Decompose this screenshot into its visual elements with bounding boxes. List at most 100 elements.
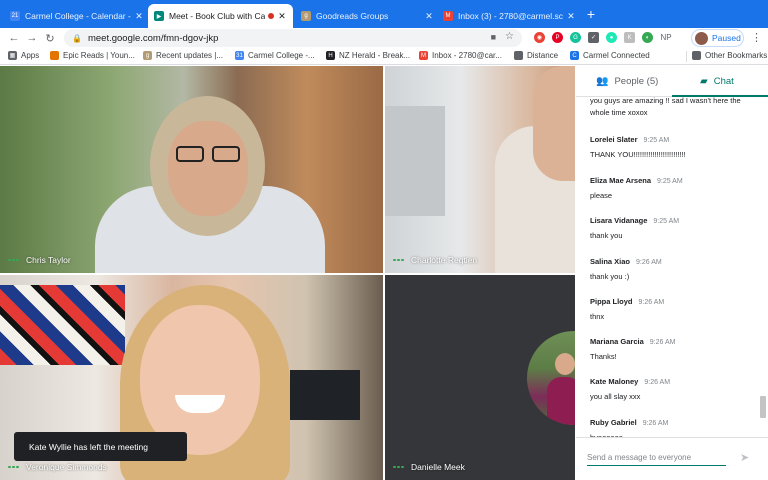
bookmark-apps[interactable]: ▦ Apps (8, 51, 39, 60)
profile-status: Paused (712, 33, 741, 43)
divider (686, 51, 687, 62)
tab-calendar[interactable]: 21 Carmel College - Calendar - A ✕ (4, 4, 150, 28)
tab-people[interactable]: 👥 People (5) (596, 66, 658, 97)
folder-icon (50, 51, 59, 60)
side-panel: 👥 People (5) ▰ Chat you guys are amazing… (576, 66, 768, 480)
extension-icon[interactable]: ◐ (642, 32, 653, 43)
folder-icon (514, 51, 523, 60)
reload-icon[interactable]: ↻ (42, 30, 58, 46)
back-icon[interactable]: ← (6, 30, 22, 46)
window-blind (385, 106, 445, 216)
message-sender: Eliza Mae Arsena (590, 176, 651, 185)
bookmark-epic-reads[interactable]: Epic Reads | Youn... (50, 51, 135, 60)
extension-icon[interactable]: K (624, 32, 635, 43)
gmail-icon: M (443, 11, 453, 21)
tab-label: Chat (713, 76, 734, 87)
goodreads-icon: g (143, 51, 152, 60)
bookmarks-bar: ▦ Apps Epic Reads | Youn... g Recent upd… (0, 48, 768, 65)
message-sender: Salina Xiao (590, 257, 631, 266)
people-icon: 👥 (596, 76, 609, 87)
profile-button[interactable]: Paused (691, 29, 744, 47)
extension-icon[interactable]: ● (606, 32, 617, 43)
bookmark-other[interactable]: Other Bookmarks (692, 51, 767, 60)
bookmark-carmel-college[interactable]: 31 Carmel College -... (235, 51, 315, 60)
participant-name-tag: Charlotte Regtien (393, 255, 477, 265)
bookmark-distance[interactable]: Distance (514, 51, 558, 60)
panel-tabs: 👥 People (5) ▰ Chat (576, 66, 768, 97)
bookmark-label: Carmel College -... (248, 51, 315, 60)
message-time: 9:26 AM (636, 259, 662, 266)
carmel-icon: C (570, 51, 579, 60)
tab-meet[interactable]: ▶ Meet - Book Club with Car ✕ (148, 4, 293, 28)
participant-name-tag: Veronique Simmonds (8, 462, 107, 472)
pinterest-icon[interactable]: P (552, 32, 563, 43)
message-time: 9:25 AM (643, 137, 670, 144)
bookmark-nz-herald[interactable]: H NZ Herald - Break... (326, 51, 410, 60)
participant-name: Chris Taylor (26, 255, 71, 265)
message-text: please (590, 191, 613, 200)
scrollbar[interactable] (760, 396, 766, 418)
chat-message: Lorelei Slater 9:25 AM THANK YOU!!!!!!!!!… (590, 135, 752, 161)
close-icon[interactable]: ✕ (424, 11, 434, 22)
notification-toast: Kate Wyllie has left the meeting (14, 432, 187, 461)
video-tile-1[interactable]: Chris Taylor (0, 66, 383, 273)
chat-message: Salina Xiao 9:26 AM thank you :) (590, 257, 752, 283)
video-tile-4[interactable]: Danielle Meek (385, 275, 575, 480)
bookmark-goodreads[interactable]: g Recent updates |... (143, 51, 223, 60)
avatar (695, 31, 708, 45)
bookmark-inbox[interactable]: M Inbox - 2780@car... (419, 51, 502, 60)
close-icon[interactable]: ✕ (134, 11, 144, 22)
extension-icon[interactable]: ◉ (534, 32, 545, 43)
participant-name: Veronique Simmonds (26, 462, 107, 472)
message-sender: Ruby Gabriel (590, 418, 637, 427)
participant-name-tag: Chris Taylor (8, 255, 71, 265)
message-time: 9:26 AM (638, 299, 665, 306)
gmail-icon: M (419, 51, 428, 60)
bookmark-label: NZ Herald - Break... (339, 51, 411, 60)
grammarly-icon[interactable]: G (570, 32, 581, 43)
send-icon[interactable]: ➤ (740, 451, 749, 464)
tab-inbox[interactable]: M Inbox (3) - 2780@carmel.scho ✕ (437, 4, 582, 28)
bookmark-label: Epic Reads | Youn... (63, 51, 135, 60)
meet-icon: ▶ (154, 11, 164, 21)
star-icon[interactable]: ☆ (505, 31, 514, 42)
audio-indicator-icon (8, 465, 20, 469)
tab-label: People (5) (614, 76, 659, 87)
message-time: 9:25 AM (653, 218, 680, 225)
recording-icon (268, 13, 274, 19)
chat-message-input[interactable] (587, 450, 726, 466)
np-icon[interactable]: NP (659, 32, 673, 43)
tab-goodreads[interactable]: g Goodreads Groups ✕ (295, 4, 440, 28)
close-icon[interactable]: ✕ (277, 11, 287, 22)
video-tile-2[interactable]: Charlotte Regtien (385, 66, 575, 273)
bookmark-label: Recent updates |... (156, 51, 224, 60)
menu-icon[interactable]: ⋮ (751, 31, 762, 44)
message-time: 9:26 AM (649, 339, 676, 346)
camera-icon[interactable]: ■ (491, 32, 496, 42)
person-face (168, 121, 248, 216)
chat-message: Kate Maloney 9:26 AM you all slay xxx (590, 377, 752, 403)
close-icon[interactable]: ✕ (566, 11, 576, 22)
message-text: you guys are amazing !! sad I wasn't her… (590, 97, 741, 117)
participant-name: Charlotte Regtien (411, 255, 478, 265)
audio-indicator-icon (393, 258, 405, 262)
nzherald-icon: H (326, 51, 335, 60)
tab-chat[interactable]: ▰ Chat (700, 66, 734, 97)
glasses-icon (212, 146, 240, 162)
pocket-icon[interactable]: ✓ (588, 32, 599, 43)
new-tab-button[interactable]: + (583, 6, 599, 22)
message-time: 9:26 AM (644, 379, 671, 386)
participant-avatar (527, 331, 575, 425)
bookmark-carmel-connected[interactable]: C Carmel Connected (570, 51, 650, 60)
glasses-icon (176, 146, 204, 162)
message-sender: Kate Maloney (590, 377, 639, 386)
chat-messages[interactable]: you guys are amazing !! sad I wasn't her… (590, 97, 752, 444)
chat-message: you guys are amazing !! sad I wasn't her… (590, 97, 752, 119)
lock-icon: 🔒 (72, 33, 82, 43)
address-bar[interactable]: 🔒 meet.google.com/fmn-dgov-jkp ■ ☆ (64, 29, 522, 47)
browser-toolbar: ← → ↻ 🔒 meet.google.com/fmn-dgov-jkp ■ ☆… (0, 28, 768, 48)
tab-title: Meet - Book Club with Car (169, 11, 265, 21)
bookmark-label: Apps (21, 51, 40, 60)
tab-title: Carmel College - Calendar - A (25, 11, 131, 21)
forward-icon[interactable]: → (24, 30, 40, 46)
